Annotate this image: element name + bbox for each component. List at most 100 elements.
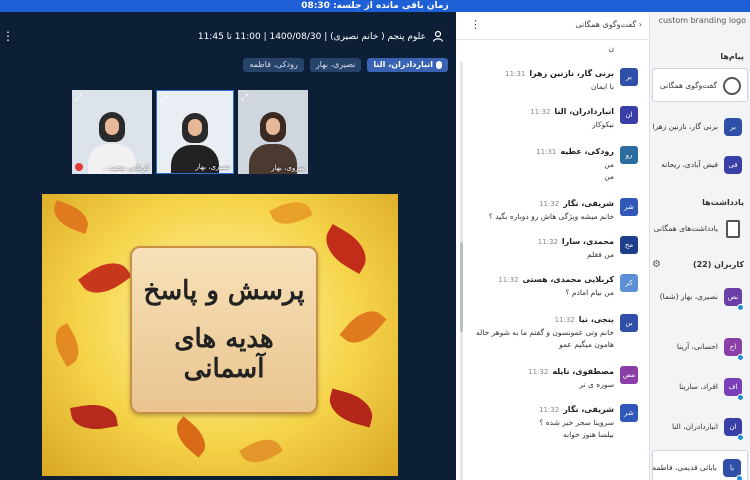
autumn-leaf-decoration [325,388,377,428]
webcam-tile[interactable]: ⤢ سروی، بهار [238,90,308,174]
avatar: بن [620,314,638,332]
message-time: 11:32 [528,368,549,376]
participant-face [105,118,119,135]
users-heading: کاربران (22) [692,260,744,269]
participant-face [266,118,280,135]
participant-face [188,119,202,136]
webcam-name: کربلایی محمد... [103,164,149,172]
presentation-slide: پرسش و پاسخ هدیه های آسمانی [42,194,398,476]
message-time: 11:32 [530,108,551,116]
message-line: نیکوکار [592,120,614,129]
autumn-leaf-decoration [317,224,375,274]
chat-scrollbar[interactable] [460,62,463,480]
message-author: برنی گار، نازنین زهرا11:31 [505,69,614,78]
chat-title-text: گفت‌وگوی همگانی [575,20,637,29]
author-name: رودکی، عطیه [560,147,614,156]
webcam-tile[interactable]: ⤢ کربلایی محمد... [72,90,152,174]
sidebar-item-label: نصیری، بهار (شما) [659,292,718,301]
author-name: محمدی، سارا [561,237,614,246]
webcam-name: نصیری، بهار [195,163,230,171]
expand-icon[interactable]: ⤢ [160,94,170,104]
message-author: محمدی، سارا11:32 [538,237,614,246]
webcam-name: سروی، بهار [271,164,305,172]
message-line: سروینا سحر خبر شده ؟ [539,418,614,427]
meeting-title: علوم پنجم ( خانم نصیری) | 1400/08/30 | 1… [197,32,426,42]
avatar: فی [724,156,742,174]
sidebar-item-shared-notes[interactable]: یادداشت‌های همگانی [652,212,748,246]
author-name: مصطفوی، نایله [552,367,614,376]
message-author: شریفی، نگار11:32 [539,199,614,208]
message-author: بنجی، نیا11:32 [555,315,614,324]
slide-title-line2: هدیه های آسمانی [174,324,274,384]
message-author: شریفی، نگار11:32 [539,405,614,414]
sidebar-item-user[interactable]: با بابائی قدیمی، فاطمه [652,450,748,480]
message-line: نیلسا هنوز خوابه [563,430,614,439]
message-line: من نیام امادم ؟ [565,288,614,297]
chat-scroll-thumb[interactable] [460,242,463,332]
sidebar-item-user[interactable]: نص نصیری، بهار (شما) [652,280,748,314]
sidebar-item-label: انباردادران، النا [671,422,718,431]
message-author: کربلایی محمدی، هستی11:32 [498,275,614,284]
sidebar-item-label: احسانی، آرینا [676,342,718,351]
slide-title-line1: پرسش و پاسخ [143,276,305,306]
avatar: رو [620,146,638,164]
avatar: مص [620,366,638,384]
message-time: 11:32 [537,238,558,246]
chat-title[interactable]: ‹ گفت‌وگوی همگانی [575,20,642,29]
message-author: انباردادران، النا11:32 [530,107,614,116]
chat-options-icon[interactable]: ⋮ [470,18,481,31]
note-icon [726,220,740,238]
sidebar-item-user[interactable]: اف افراد، سارینا [652,370,748,404]
avatar: بر [620,68,638,86]
webcam-tile[interactable]: ⤢ نصیری، بهار [156,90,234,174]
message-line: من [604,172,614,181]
status-dot-icon [737,354,744,361]
sidebar-item-private-chat[interactable]: بر برنی گار، نازنین زهرا [652,110,748,144]
avatar: بر [724,118,742,136]
session-timer-bar: زمان باقی مانده از جلسه: 08:30 [0,0,750,12]
message-time: 11:31 [536,148,557,156]
avatar: ان [620,106,638,124]
gear-icon[interactable]: ⚙ [652,259,661,270]
autumn-leaf-decoration [239,431,283,471]
user-list-toggle-icon[interactable] [432,30,444,42]
message-time: 11:32 [539,406,560,414]
message-time: 11:31 [505,70,526,78]
speaker-name: انباردادران، النا [373,60,433,69]
talking-speaker[interactable]: نصیری، بهار [309,58,362,72]
chat-bubble-icon [723,77,741,95]
message-time: 11:32 [539,200,560,208]
author-name: کربلایی محمدی، هستی [522,275,615,284]
message-line: خانم وتی عمونسون و گفتم ما به شوهر خاله [475,328,614,337]
sidebar-item-user[interactable]: اح احسانی، آرینا [652,330,748,364]
talking-speaker[interactable]: انباردادران، النا [367,58,448,72]
expand-icon[interactable]: ⤢ [75,93,85,103]
message-time: 11:32 [498,276,519,284]
autumn-leaf-decoration [49,200,93,234]
options-menu-icon[interactable]: ⋮ [2,30,14,42]
messages-heading: پیام‌ها [720,52,744,61]
status-dot-icon [737,394,744,401]
microphone-icon [436,60,442,69]
sidebar-item-private-chat[interactable]: فی فیض آبادی، ریحانه [652,148,748,182]
message-line: خانم میشه ویژگی هاش رو دوباره بگید ؟ [488,212,614,221]
speaker-name: نصیری، بهار [315,60,356,69]
sidebar-item-user[interactable]: ان انباردادران، النا [652,410,748,444]
public-chat-panel: ⋮ ‹ گفت‌وگوی همگانی ن بر برنی گار، نازنی… [456,12,650,480]
author-name: شریفی، نگار [563,405,614,414]
message-line: هامون میگیم عمو [559,340,614,349]
sidebar-item-public-chat[interactable]: گفت‌وگوی همگانی [652,68,748,102]
chevron-left-icon: ‹ [636,20,642,29]
expand-icon[interactable]: ⤢ [241,93,251,103]
author-name: برنی گار، نازنین زهرا [529,69,614,78]
author-name: انباردادران، النا [554,107,614,116]
status-dot-icon [737,304,744,311]
author-name: بنجی، نیا [578,315,614,324]
autumn-leaf-decoration [269,195,313,231]
avatar: مح [620,236,638,254]
message-line: با ایمان [590,82,614,91]
message-time: 11:32 [554,316,575,324]
talking-speaker[interactable]: رودکی، فاطمه [243,58,304,72]
sidebar-item-label: برنی گار، نازنین زهرا [652,122,718,131]
webcam-tiles: ⤢ کربلایی محمد... ⤢ نصیری، بهار ⤢ سروی، … [72,90,308,174]
